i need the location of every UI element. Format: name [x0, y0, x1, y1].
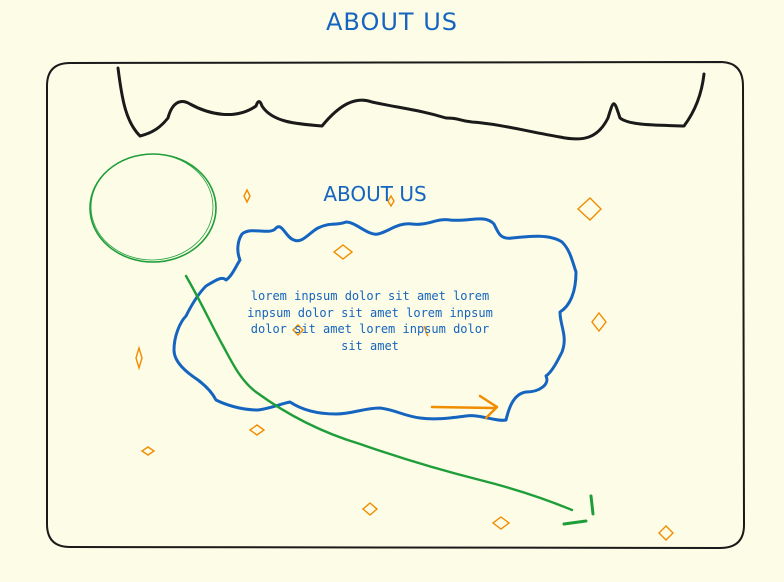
diamond-3 — [576, 197, 602, 221]
diamond-1 — [243, 188, 251, 204]
green-circle — [89, 153, 217, 263]
diamond-10 — [361, 502, 379, 516]
diamond-11 — [491, 516, 511, 530]
green-tick-1 — [589, 494, 595, 516]
diamond-4 — [332, 244, 354, 260]
diamond-8 — [248, 424, 266, 436]
awning-scribble — [116, 66, 706, 141]
diamond-12 — [658, 525, 674, 541]
diamond-7 — [135, 345, 143, 371]
card-heading: ABOUT US — [323, 182, 427, 206]
arrow-shaft — [430, 405, 496, 410]
orange-diamonds — [135, 188, 674, 541]
card-body-text: lorem inpsum dolor sit amet lorem inpsum… — [247, 289, 493, 353]
diamond-5 — [591, 311, 607, 333]
green-tick-2 — [562, 519, 588, 526]
diamond-9 — [140, 446, 156, 456]
